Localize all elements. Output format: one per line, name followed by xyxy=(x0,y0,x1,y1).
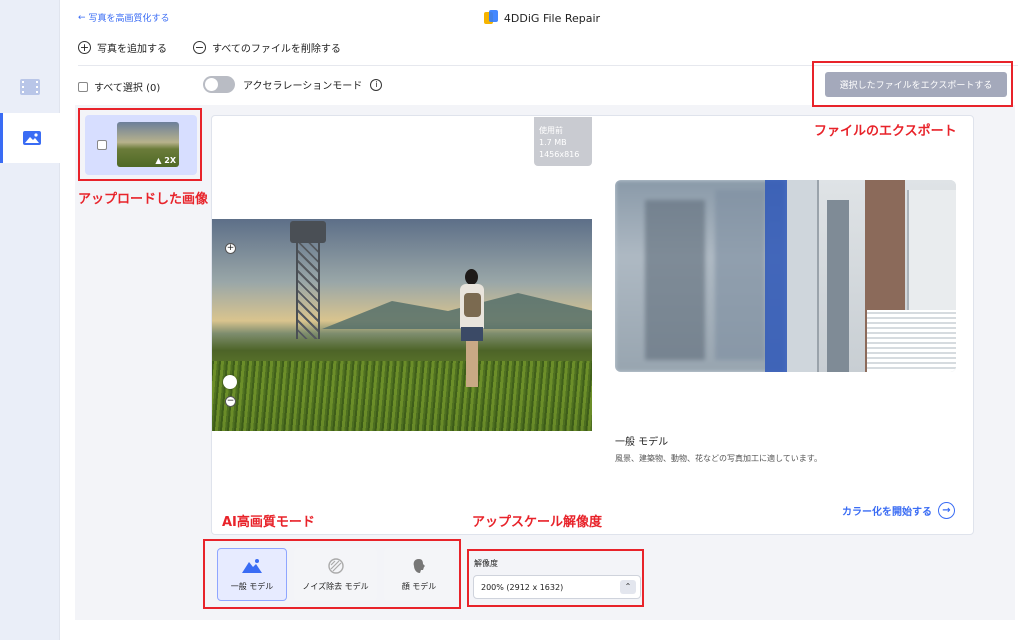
plus-circle-icon: + xyxy=(78,41,91,54)
app-title: 4DDiG File Repair xyxy=(60,10,1024,26)
zoom-out-icon[interactable]: − xyxy=(225,396,236,407)
sample-after xyxy=(787,180,956,372)
upscale-annotation-box xyxy=(467,549,644,607)
app-title-text: 4DDiG File Repair xyxy=(503,11,601,25)
model-sample-image xyxy=(615,180,956,372)
delete-all-button[interactable]: − すべてのファイルを削除する xyxy=(193,40,341,55)
video-icon xyxy=(20,79,40,95)
info-icon[interactable]: i xyxy=(370,78,383,91)
zoom-slider-handle[interactable] xyxy=(223,375,237,389)
arrow-right-circle-icon: → xyxy=(938,502,955,519)
acceleration-toggle[interactable] xyxy=(203,76,235,93)
left-rail xyxy=(0,0,60,640)
preview-photo xyxy=(212,219,592,431)
model-description: 風景、建築物、動物、花などの写真加工に適しています。 xyxy=(615,454,822,463)
uploaded-annotation-box xyxy=(78,108,202,181)
select-all-label: すべて選択 (0) xyxy=(94,83,161,94)
start-colorize-label: カラー化を開始する xyxy=(842,507,932,518)
file-size: 1.7 MB xyxy=(539,138,567,147)
zoom-in-icon[interactable]: + xyxy=(225,243,236,254)
water-tower xyxy=(290,219,326,339)
acceleration-mode: アクセラレーションモード i xyxy=(203,76,383,93)
sample-divider xyxy=(765,180,787,372)
export-annotation-box xyxy=(812,61,1013,107)
uploaded-annotation-text: アップロードした画像 xyxy=(78,192,209,207)
add-photo-button[interactable]: + 写真を追加する xyxy=(78,40,167,55)
grass-field xyxy=(212,361,592,431)
sample-before xyxy=(615,180,785,372)
minus-circle-icon: − xyxy=(193,41,206,54)
toolbar: + 写真を追加する − すべてのファイルを削除する xyxy=(78,40,341,55)
model-name: 一般 モデル xyxy=(615,437,669,448)
photo-nav-item[interactable] xyxy=(0,113,60,163)
photo-icon xyxy=(22,131,41,145)
ai-mode-annotation-box xyxy=(203,539,461,609)
preview-panel: 使用前 1.7 MB 1456x816 + − 一般 モデル 風景、建築物、動物… xyxy=(211,115,974,535)
image-dimensions: 1456x816 xyxy=(539,150,580,159)
ai-mode-annotation-text: AI高画質モード xyxy=(222,515,315,530)
video-nav-item[interactable] xyxy=(0,62,60,112)
before-info-tag: 使用前 1.7 MB 1456x816 xyxy=(534,117,592,166)
select-all-checkbox[interactable]: すべて選択 (0) xyxy=(78,79,160,94)
add-photo-label: 写真を追加する xyxy=(97,44,167,55)
upscale-annotation-text: アップスケール解像度 xyxy=(472,515,603,530)
delete-all-label: すべてのファイルを削除する xyxy=(212,44,341,55)
export-annotation-text: ファイルのエクスポート xyxy=(814,124,957,139)
acceleration-label: アクセラレーションモード xyxy=(243,81,363,92)
start-colorize-button[interactable]: カラー化を開始する → xyxy=(842,502,955,519)
girl-figure xyxy=(458,269,484,389)
app-logo-icon xyxy=(483,10,498,26)
checkbox-icon xyxy=(78,81,88,92)
mountain-shape xyxy=(322,293,592,329)
before-label: 使用前 xyxy=(539,126,563,135)
